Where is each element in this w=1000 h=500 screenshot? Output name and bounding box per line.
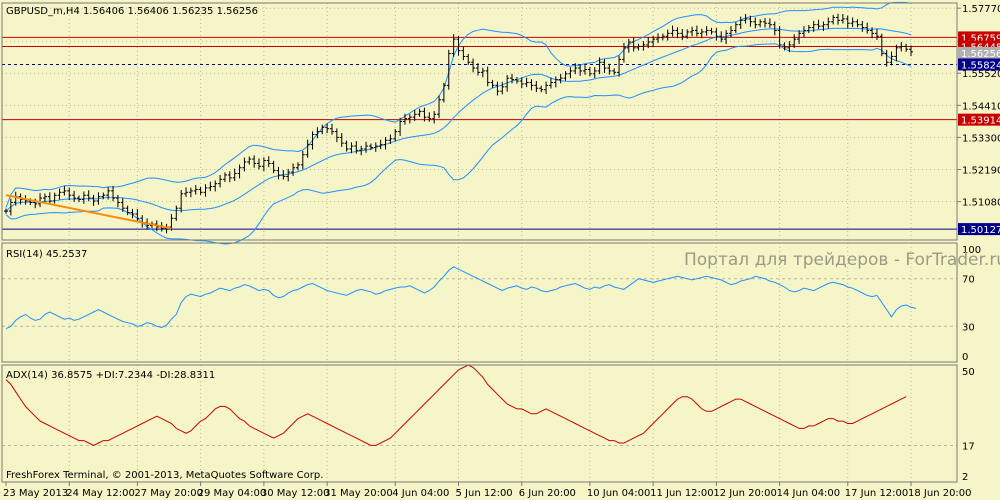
price-tag: 1.55824 (958, 58, 1000, 71)
adx-tick-label: 2 (962, 472, 968, 483)
trading-chart: 1.577701.566251.555201.544101.533001.521… (0, 0, 1000, 500)
x-tick-label: 4 Jun 04:00 (392, 488, 449, 499)
x-tick-label: 12 Jun 20:00 (713, 488, 777, 499)
x-tick-label: 24 May 12:00 (66, 488, 135, 499)
x-tick-label: 27 May 20:00 (134, 488, 203, 499)
x-tick-label: 31 May 20:00 (324, 488, 393, 499)
x-tick-label: 23 May 2013 (3, 488, 68, 499)
x-tick-label: 29 May 04:00 (198, 488, 267, 499)
x-tick-label: 6 Jun 20:00 (519, 488, 576, 499)
y-tick-label: 1.51080 (962, 198, 1000, 209)
x-tick-label: 11 Jun 12:00 (650, 488, 714, 499)
watermark-text: Портал для трейдеров - ForTrader.ru (684, 250, 1000, 270)
price-tag: 1.50127 (958, 223, 1000, 236)
price-tag: 1.53914 (958, 113, 1000, 127)
rsi-tick-label: 30 (962, 322, 975, 333)
rsi-tick-label: 70 (962, 275, 975, 286)
footer-copyright: FreshForex Terminal, © 2001-2013, MetaQu… (6, 470, 323, 481)
rsi-pane-title: RSI(14) 45.2537 (6, 249, 87, 260)
main-pane-title: GBPUSD_m,H4 1.56406 1.56406 1.56235 1.56… (6, 6, 258, 17)
y-tick-label: 1.52190 (962, 165, 1000, 176)
x-tick-label: 17 Jun 12:00 (845, 488, 909, 499)
x-tick-label: 10 Jun 04:00 (587, 488, 651, 499)
price-tag-label: 1.53914 (961, 116, 1000, 127)
adx-tick-label: 50 (962, 367, 975, 378)
x-tick-label: 14 Jun 04:00 (777, 488, 841, 499)
y-tick-label: 1.57770 (962, 4, 1000, 15)
x-tick-label: 30 May 12:00 (261, 488, 330, 499)
x-tick-label: 18 Jun 20:00 (908, 488, 972, 499)
adx-pane-title: ADX(14) 36.8575 +DI:7.2344 -DI:28.8311 (6, 370, 215, 381)
x-tick-label: 5 Jun 12:00 (456, 488, 513, 499)
price-tag: 1.56256 (958, 46, 1000, 60)
rsi-tick-label: 0 (962, 352, 968, 363)
adx-tick-label: 17 (962, 441, 975, 452)
price-tag-label: 1.50127 (961, 225, 1000, 236)
y-tick-label: 1.53300 (962, 133, 1000, 144)
y-tick-label: 1.54410 (962, 101, 1000, 112)
price-tag-label: 1.55824 (961, 60, 1000, 71)
price-tag-label: 1.56256 (961, 49, 1000, 60)
